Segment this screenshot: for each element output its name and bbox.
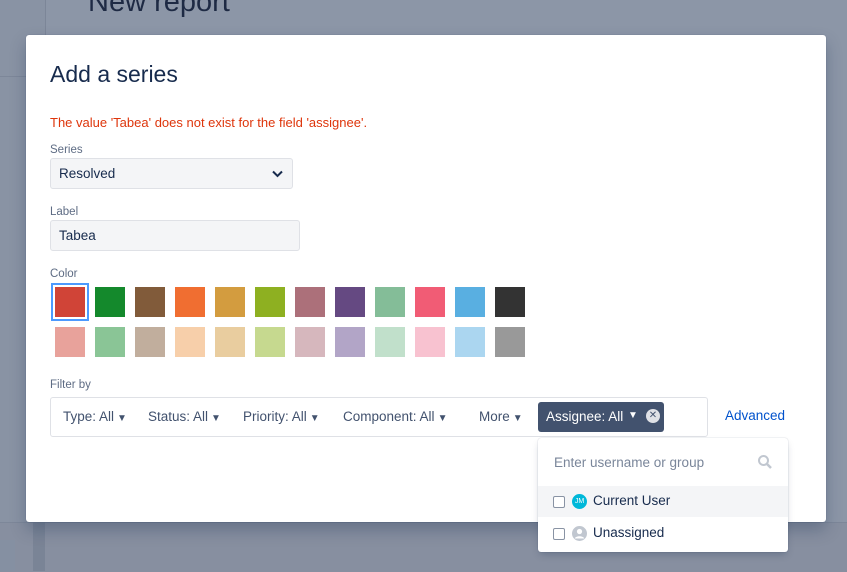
color-swatch[interactable] [135,287,165,317]
color-swatch[interactable] [255,327,285,357]
status-filter-label: Status: All [148,409,209,424]
type-filter[interactable]: Type: All ▼ [63,409,127,424]
color-swatch[interactable] [375,287,405,317]
color-swatch[interactable] [335,327,365,357]
more-filter[interactable]: More ▼ [479,409,523,424]
label-input[interactable]: Tabea [50,220,300,251]
assignee-search-input[interactable]: Enter username or group [554,455,704,470]
user-avatar-icon [572,526,587,541]
background-page-title: New report [88,0,230,18]
color-label: Color [50,268,78,280]
color-swatch[interactable] [495,327,525,357]
color-swatch[interactable] [95,287,125,317]
color-swatch[interactable] [415,327,445,357]
color-swatch[interactable] [495,287,525,317]
advanced-link[interactable]: Advanced [725,408,785,423]
assignee-option-label: Unassigned [593,525,665,540]
color-swatch[interactable] [215,287,245,317]
chevron-down-icon [272,167,283,181]
chevron-down-icon: ▼ [512,413,523,424]
component-filter-label: Component: All [343,409,435,424]
checkbox[interactable] [553,528,565,540]
error-message: The value 'Tabea' does not exist for the… [50,115,368,130]
color-swatch[interactable] [295,327,325,357]
close-circle-icon[interactable]: ✕ [646,409,660,423]
chevron-down-icon: ▼ [117,413,127,424]
color-swatch[interactable] [215,327,245,357]
color-swatch[interactable] [51,283,89,321]
chevron-down-icon: ▼ [437,413,448,424]
chevron-down-icon: ▼ [628,410,638,421]
assignee-filter[interactable]: Assignee: All ▼ ✕ [538,402,664,432]
dialog-title: Add a series [50,61,178,87]
user-avatar-icon: JM [572,494,587,509]
filter-bar: Type: All ▼ Status: All ▼ Priority: All ▼ C… [50,397,708,437]
assignee-filter-label: Assignee: All [546,409,624,424]
background-sidebar-item [0,540,15,571]
label-field-label: Label [50,206,79,218]
background-sidebar-edge [33,522,45,571]
series-select[interactable]: Resolved [50,158,293,189]
more-filter-label: More [479,409,510,424]
filter-by-label: Filter by [50,379,91,391]
color-swatch[interactable] [415,287,445,317]
color-swatch[interactable] [455,327,485,357]
color-swatch[interactable] [335,287,365,317]
series-select-value: Resolved [59,166,116,181]
chevron-down-icon: ▼ [309,413,320,424]
color-swatch[interactable] [295,287,325,317]
component-filter[interactable]: Component: All ▼ [343,409,447,424]
assignee-option-label: Current User [593,493,671,508]
series-label: Series [50,144,83,156]
status-filter[interactable]: Status: All ▼ [148,409,221,424]
color-swatch[interactable] [95,327,125,357]
priority-filter[interactable]: Priority: All ▼ [243,409,320,424]
color-swatch[interactable] [55,327,85,357]
color-swatch[interactable] [175,287,205,317]
color-swatch[interactable] [135,327,165,357]
type-filter-label: Type: All [63,409,115,424]
color-swatch[interactable] [375,327,405,357]
assignee-option-current-user[interactable]: JM Current User [538,486,788,517]
assignee-dropdown: Enter username or group JM Current User … [538,438,788,552]
priority-filter-label: Priority: All [243,409,307,424]
assignee-option-unassigned[interactable]: Unassigned [538,518,788,549]
color-swatch[interactable] [175,327,205,357]
chevron-down-icon: ▼ [211,413,221,424]
checkbox[interactable] [553,496,565,508]
color-swatch[interactable] [455,287,485,317]
search-icon [757,454,773,475]
color-swatch[interactable] [255,287,285,317]
